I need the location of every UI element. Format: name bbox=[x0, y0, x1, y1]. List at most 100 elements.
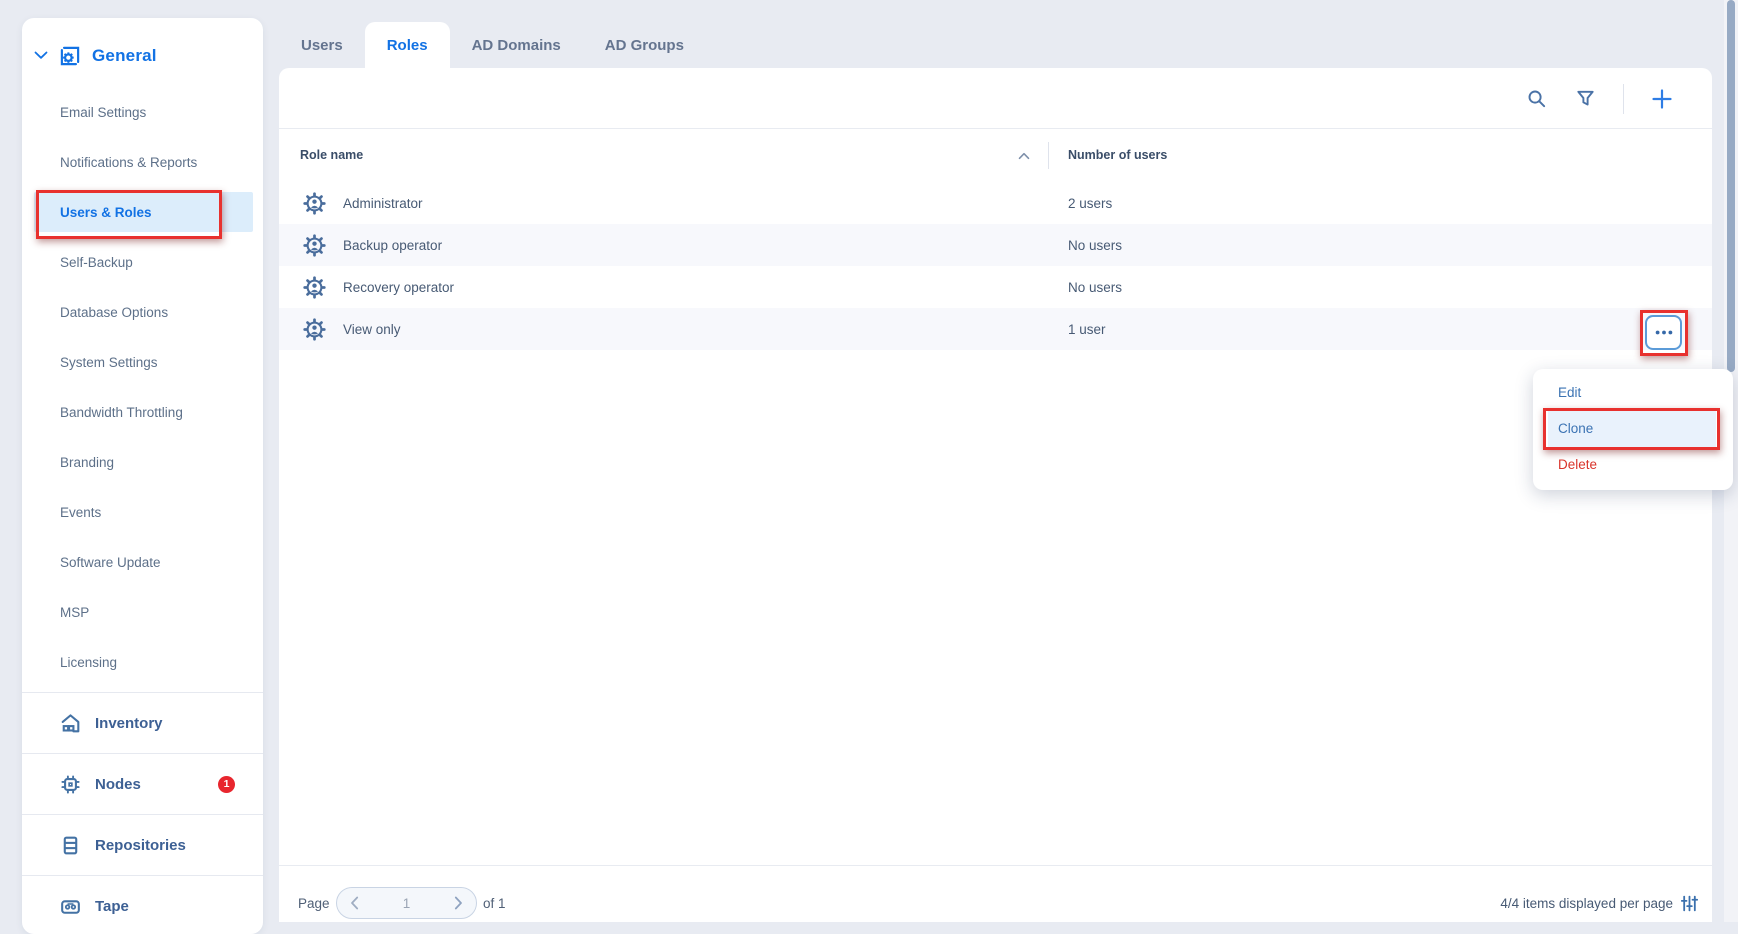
role-name: Recovery operator bbox=[343, 280, 454, 295]
tab[interactable]: AD Groups bbox=[583, 22, 706, 68]
items-displayed-label: 4/4 items displayed per page bbox=[1500, 896, 1673, 911]
sidebar-section-repositories[interactable]: Repositories bbox=[22, 814, 263, 875]
tab-label: Roles bbox=[387, 37, 428, 54]
role-user-count: 1 user bbox=[1068, 322, 1106, 337]
sidebar-section-inventory[interactable]: Inventory bbox=[22, 692, 263, 753]
role-icon bbox=[302, 275, 327, 300]
sidebar-item-label: Branding bbox=[60, 455, 114, 470]
tab[interactable]: Users bbox=[279, 22, 365, 68]
page-total-label: of 1 bbox=[483, 885, 506, 922]
role-user-count: No users bbox=[1068, 238, 1122, 253]
add-icon[interactable] bbox=[1650, 87, 1674, 111]
page-size-sliders-icon[interactable] bbox=[1681, 895, 1698, 912]
role-user-count: No users bbox=[1068, 280, 1122, 295]
repositories-icon bbox=[58, 833, 83, 858]
general-items-list: Email Settings Notifications & Reports U… bbox=[22, 87, 263, 687]
role-name: Backup operator bbox=[343, 238, 442, 253]
nodes-alert-badge: 1 bbox=[218, 776, 235, 793]
column-header-role-name[interactable]: Role name bbox=[300, 129, 363, 182]
sidebar-item[interactable]: Events bbox=[22, 487, 263, 537]
context-menu-item-label: Edit bbox=[1558, 385, 1581, 400]
sidebar-item-label: Notifications & Reports bbox=[60, 155, 197, 170]
context-menu-item[interactable]: Delete bbox=[1533, 447, 1733, 483]
table-row[interactable]: Backup operator No users bbox=[279, 224, 1712, 266]
context-menu-item[interactable]: Edit bbox=[1533, 375, 1733, 411]
page-label: Page bbox=[298, 885, 330, 922]
tab-label: AD Domains bbox=[472, 37, 561, 54]
pagination-bar: Page 1 of 1 4/4 items displayed per page bbox=[279, 885, 1712, 922]
roles-table: Administrator 2 users bbox=[279, 182, 1712, 350]
table-row[interactable]: View only 1 user bbox=[279, 308, 1712, 350]
sidebar-item-label: Database Options bbox=[60, 305, 168, 320]
sidebar-section-label: Nodes bbox=[95, 776, 141, 793]
sidebar-item[interactable]: Users & Roles bbox=[22, 187, 263, 237]
page-number-control[interactable]: 1 bbox=[336, 887, 477, 919]
sidebar-item-label: Events bbox=[60, 505, 101, 520]
role-user-count: 2 users bbox=[1068, 196, 1112, 211]
sort-asc-icon[interactable] bbox=[1018, 152, 1030, 160]
sidebar-item-label: Licensing bbox=[60, 655, 117, 670]
sidebar-item[interactable]: System Settings bbox=[22, 337, 263, 387]
sidebar-section-label: General bbox=[92, 46, 157, 66]
tab-label: Users bbox=[301, 37, 343, 54]
column-separator bbox=[1048, 142, 1049, 169]
tab[interactable]: AD Domains bbox=[450, 22, 583, 68]
sidebar-section-nodes[interactable]: Nodes 1 bbox=[22, 753, 263, 814]
sidebar-item-label: Bandwidth Throttling bbox=[60, 405, 183, 420]
sidebar-item-label: Users & Roles bbox=[60, 205, 152, 220]
nodes-icon bbox=[58, 772, 83, 797]
toolbar-divider bbox=[1623, 84, 1624, 114]
roles-table-header: Role name Number of users bbox=[279, 129, 1712, 182]
sidebar-item-label: Software Update bbox=[60, 555, 161, 570]
role-name: Administrator bbox=[343, 196, 423, 211]
sidebar-section-label: Inventory bbox=[95, 715, 163, 732]
sidebar-item[interactable]: MSP bbox=[22, 587, 263, 637]
table-row[interactable]: Recovery operator No users bbox=[279, 266, 1712, 308]
search-icon[interactable] bbox=[1525, 87, 1548, 110]
context-menu-item-label: Delete bbox=[1558, 457, 1597, 472]
sidebar-item[interactable]: Notifications & Reports bbox=[22, 137, 263, 187]
sidebar-item[interactable]: Bandwidth Throttling bbox=[22, 387, 263, 437]
row-context-menu: Edit Clone Delete bbox=[1533, 369, 1733, 490]
sidebar-item-label: Email Settings bbox=[60, 105, 146, 120]
filter-icon[interactable] bbox=[1574, 87, 1597, 110]
sidebar-sections: Inventory Nodes 1 bbox=[22, 692, 263, 934]
tape-icon bbox=[58, 894, 83, 919]
roles-toolbar bbox=[279, 68, 1712, 129]
roles-panel: Role name Number of users bbox=[279, 68, 1712, 922]
sidebar-item[interactable]: Software Update bbox=[22, 537, 263, 587]
column-header-number-of-users[interactable]: Number of users bbox=[1068, 129, 1167, 182]
sidebar-item[interactable]: Self-Backup bbox=[22, 237, 263, 287]
context-menu-item-label: Clone bbox=[1558, 421, 1593, 436]
sidebar-section-tape[interactable]: Tape bbox=[22, 875, 263, 934]
sidebar-item[interactable]: Email Settings bbox=[22, 87, 263, 137]
sidebar-section-general[interactable]: General bbox=[22, 18, 263, 87]
sidebar-item-label: System Settings bbox=[60, 355, 158, 370]
sidebar-item[interactable]: Branding bbox=[22, 437, 263, 487]
role-icon bbox=[302, 233, 327, 258]
users-roles-tabbar: Users Roles AD Domains AD Groups bbox=[279, 22, 706, 68]
sidebar-section-label: Tape bbox=[95, 898, 129, 915]
settings-sidebar: General Email Settings Notifications & R… bbox=[22, 18, 263, 934]
context-menu-item[interactable]: Clone bbox=[1548, 411, 1716, 447]
current-page-value[interactable]: 1 bbox=[403, 896, 411, 911]
sidebar-section-label: Repositories bbox=[95, 837, 186, 854]
chevron-down-icon bbox=[34, 51, 48, 60]
row-more-options-button[interactable] bbox=[1645, 315, 1682, 350]
role-icon bbox=[302, 191, 327, 216]
page-scrollbar-thumb[interactable] bbox=[1727, 0, 1735, 372]
chevron-right-icon[interactable] bbox=[454, 896, 463, 910]
inventory-icon bbox=[58, 711, 83, 736]
general-settings-icon bbox=[57, 43, 83, 69]
sidebar-item[interactable]: Licensing bbox=[22, 637, 263, 687]
tab[interactable]: Roles bbox=[365, 22, 450, 68]
tab-label: AD Groups bbox=[605, 37, 684, 54]
sidebar-item[interactable]: Database Options bbox=[22, 287, 263, 337]
more-options-icon bbox=[1655, 330, 1673, 335]
footer-divider bbox=[279, 865, 1712, 866]
sidebar-item-label: Self-Backup bbox=[60, 255, 133, 270]
chevron-left-icon[interactable] bbox=[350, 896, 359, 910]
table-row[interactable]: Administrator 2 users bbox=[279, 182, 1712, 224]
role-icon bbox=[302, 317, 327, 342]
role-name: View only bbox=[343, 322, 401, 337]
